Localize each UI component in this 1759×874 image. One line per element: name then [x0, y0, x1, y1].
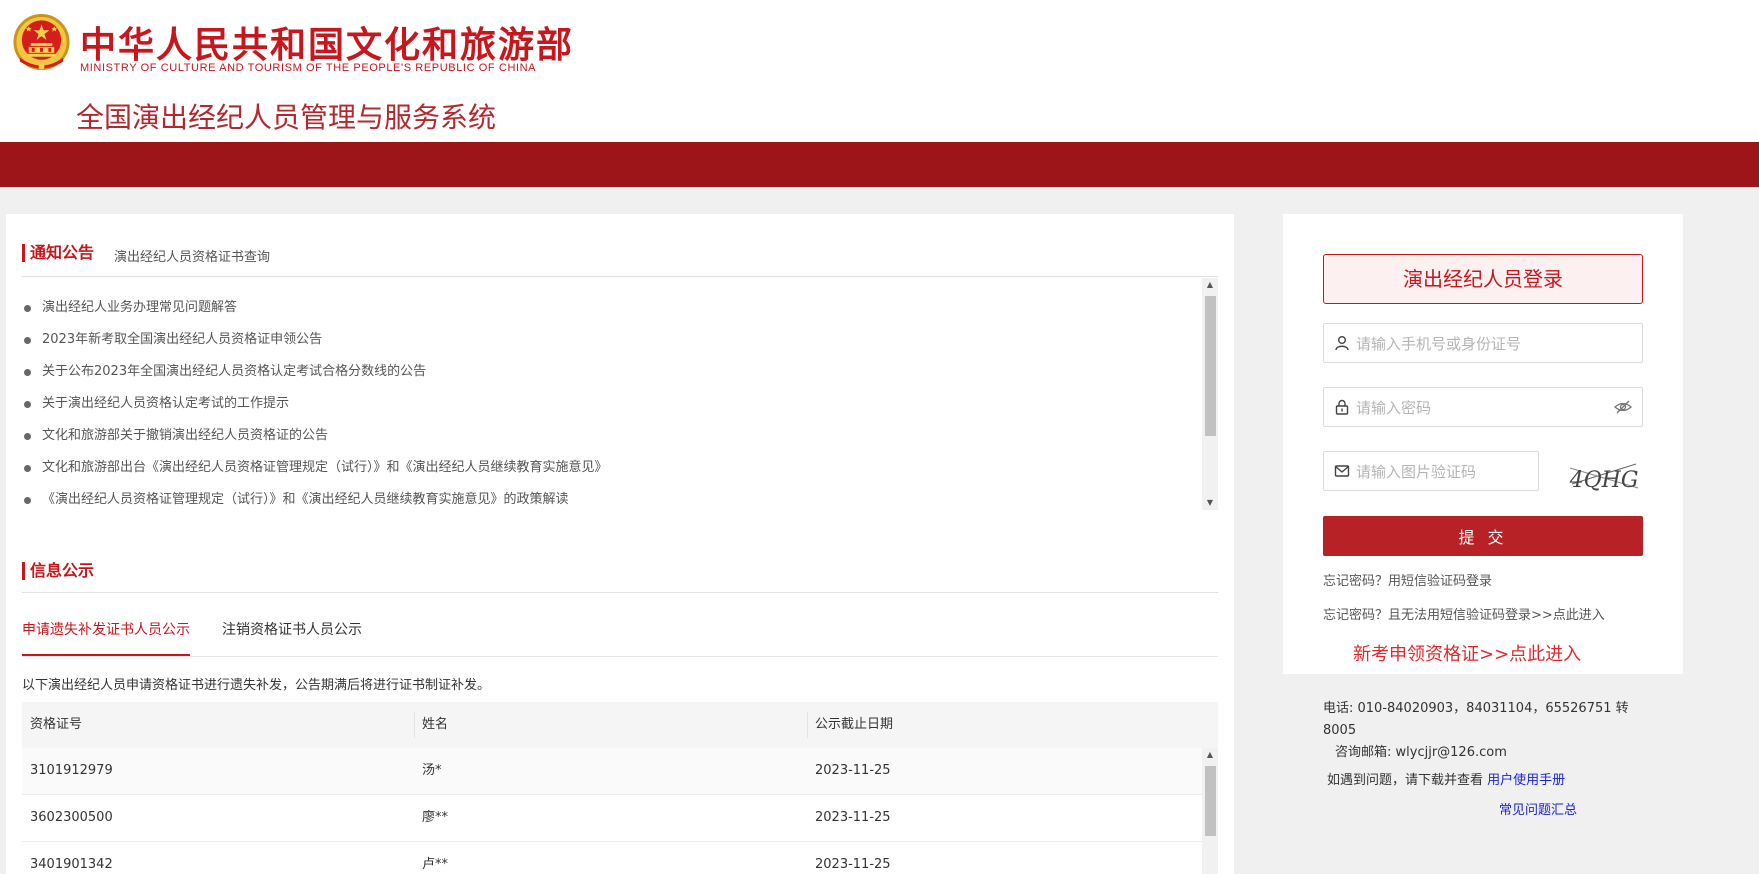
- tab-lost-reissue[interactable]: 申请遗失补发证书人员公示: [22, 614, 190, 656]
- person-name: 廖**: [422, 810, 449, 825]
- deadline-date: 2023-11-25: [815, 857, 891, 872]
- notice-header: 通知公告 演出经纪人员资格证书查询: [22, 244, 270, 265]
- captcha-text: 4QHG: [1569, 468, 1639, 493]
- cert-number: 3101912979: [30, 763, 113, 778]
- captcha-field: [1323, 451, 1539, 491]
- info-header: 信息公示: [22, 562, 94, 582]
- password-input[interactable]: [1354, 392, 1598, 424]
- manual-prefix: 如遇到问题，请下载并查看: [1327, 773, 1484, 788]
- captcha-input[interactable]: [1354, 456, 1534, 488]
- submit-button[interactable]: 提 交: [1323, 516, 1643, 556]
- lock-icon: [1335, 399, 1349, 415]
- mail-icon: [1334, 465, 1350, 477]
- cert-number: 3401901342: [30, 857, 113, 872]
- notice-item[interactable]: 演出经纪人业务办理常见问题解答: [22, 292, 1202, 324]
- divider: [22, 592, 1218, 593]
- scroll-thumb[interactable]: [1205, 766, 1216, 836]
- cert-query-link[interactable]: 演出经纪人员资格证书查询: [114, 246, 270, 265]
- info-title: 信息公示: [22, 562, 94, 580]
- login-panel: 演出经纪人员登录 4QHG 提 交 忘记密码？用短信验: [1283, 214, 1683, 674]
- table-body: 3101912979 汤* 2023-11-25 3602300500 廖** …: [22, 748, 1218, 874]
- deadline-date: 2023-11-25: [815, 763, 891, 778]
- password-field: [1323, 387, 1643, 427]
- notice-item[interactable]: 文化和旅游部出台《演出经纪人员资格证管理规定（试行）》和《演出经纪人员继续教育实…: [22, 452, 1202, 484]
- account-field: [1323, 323, 1643, 363]
- person-name: 汤*: [422, 763, 442, 778]
- notice-scrollbar[interactable]: ▲ ▼: [1202, 278, 1218, 510]
- user-manual-link[interactable]: 用户使用手册: [1487, 773, 1565, 788]
- scroll-up-icon[interactable]: ▲: [1202, 748, 1218, 762]
- contact-phone: 电话: 010-84020903，84031104，65526751 转 800…: [1323, 701, 1629, 738]
- scroll-thumb[interactable]: [1205, 296, 1216, 436]
- notice-list: 演出经纪人业务办理常见问题解答 2023年新考取全国演出经纪人员资格证申领公告 …: [22, 292, 1202, 524]
- contact-info: 电话: 010-84020903，84031104，65526751 转 800…: [1323, 698, 1633, 822]
- eye-hidden-icon[interactable]: [1614, 399, 1632, 415]
- info-tabs: 申请遗失补发证书人员公示 注销资格证书人员公示: [22, 614, 1218, 657]
- info-description: 以下演出经纪人员申请资格证书进行遗失补发，公告期满后将进行证书制证补发。: [22, 678, 491, 693]
- org-name-en: MINISTRY OF CULTURE AND TOURISM OF THE P…: [80, 62, 537, 74]
- header-red-bar: [0, 142, 1759, 187]
- table-row: 3602300500 廖** 2023-11-25: [22, 795, 1218, 842]
- column-header: 资格证号: [30, 717, 83, 732]
- notice-item[interactable]: 文化和旅游部关于撤销演出经纪人员资格证的公告: [22, 420, 1202, 452]
- scroll-up-icon[interactable]: ▲: [1202, 278, 1218, 292]
- person-name: 卢**: [422, 857, 449, 872]
- notice-item[interactable]: 2023年新考取全国演出经纪人员资格证申领公告: [22, 324, 1202, 356]
- notice-item[interactable]: 《演出经纪人员资格证管理规定（试行）》和《演出经纪人员继续教育实施意见》的政策解…: [22, 484, 1202, 516]
- national-emblem-icon: [13, 13, 70, 71]
- system-title: 全国演出经纪人员管理与服务系统: [76, 101, 497, 134]
- login-title: 演出经纪人员登录: [1323, 254, 1643, 304]
- table-scrollbar[interactable]: ▲: [1202, 748, 1218, 874]
- column-header: 公示截止日期: [815, 717, 894, 732]
- content-panel: 通知公告 演出经纪人员资格证书查询 演出经纪人业务办理常见问题解答 2023年新…: [6, 214, 1234, 874]
- notice-item[interactable]: 关于演出经纪人员资格认定考试的工作提示: [22, 388, 1202, 420]
- table-header: 资格证号 姓名 公示截止日期: [22, 702, 1218, 748]
- site-header: 中华人民共和国文化和旅游部 MINISTRY OF CULTURE AND TO…: [0, 0, 1759, 142]
- info-table: 资格证号 姓名 公示截止日期 3101912979 汤* 2023-11-25 …: [22, 702, 1218, 874]
- faq-link[interactable]: 常见问题汇总: [1499, 803, 1577, 818]
- forgot-password-sms-link[interactable]: 忘记密码？用短信验证码登录: [1323, 570, 1492, 589]
- divider: [22, 276, 1218, 277]
- tab-cancelled[interactable]: 注销资格证书人员公示: [222, 614, 362, 654]
- notice-title: 通知公告: [22, 244, 94, 262]
- new-cert-link[interactable]: 新考申领资格证>>点此进入: [1353, 640, 1581, 666]
- forgot-password-nosms-link[interactable]: 忘记密码？且无法用短信验证码登录>>点此进入: [1323, 604, 1605, 623]
- org-name-cn: 中华人民共和国文化和旅游部: [80, 25, 575, 66]
- table-row: 3101912979 汤* 2023-11-25: [22, 748, 1218, 795]
- captcha-image[interactable]: 4QHG: [1566, 454, 1642, 498]
- account-input[interactable]: [1354, 328, 1628, 360]
- column-header: 姓名: [422, 717, 449, 732]
- cert-number: 3602300500: [30, 810, 113, 825]
- notice-item[interactable]: 关于公布2023年全国演出经纪人员资格认定考试合格分数线的公告: [22, 356, 1202, 388]
- scroll-down-icon[interactable]: ▼: [1202, 496, 1218, 510]
- table-row: 3401901342 卢** 2023-11-25: [22, 842, 1218, 874]
- user-icon: [1335, 336, 1349, 351]
- deadline-date: 2023-11-25: [815, 810, 891, 825]
- contact-email: 咨询邮箱: wlycjjr@126.com: [1335, 745, 1507, 760]
